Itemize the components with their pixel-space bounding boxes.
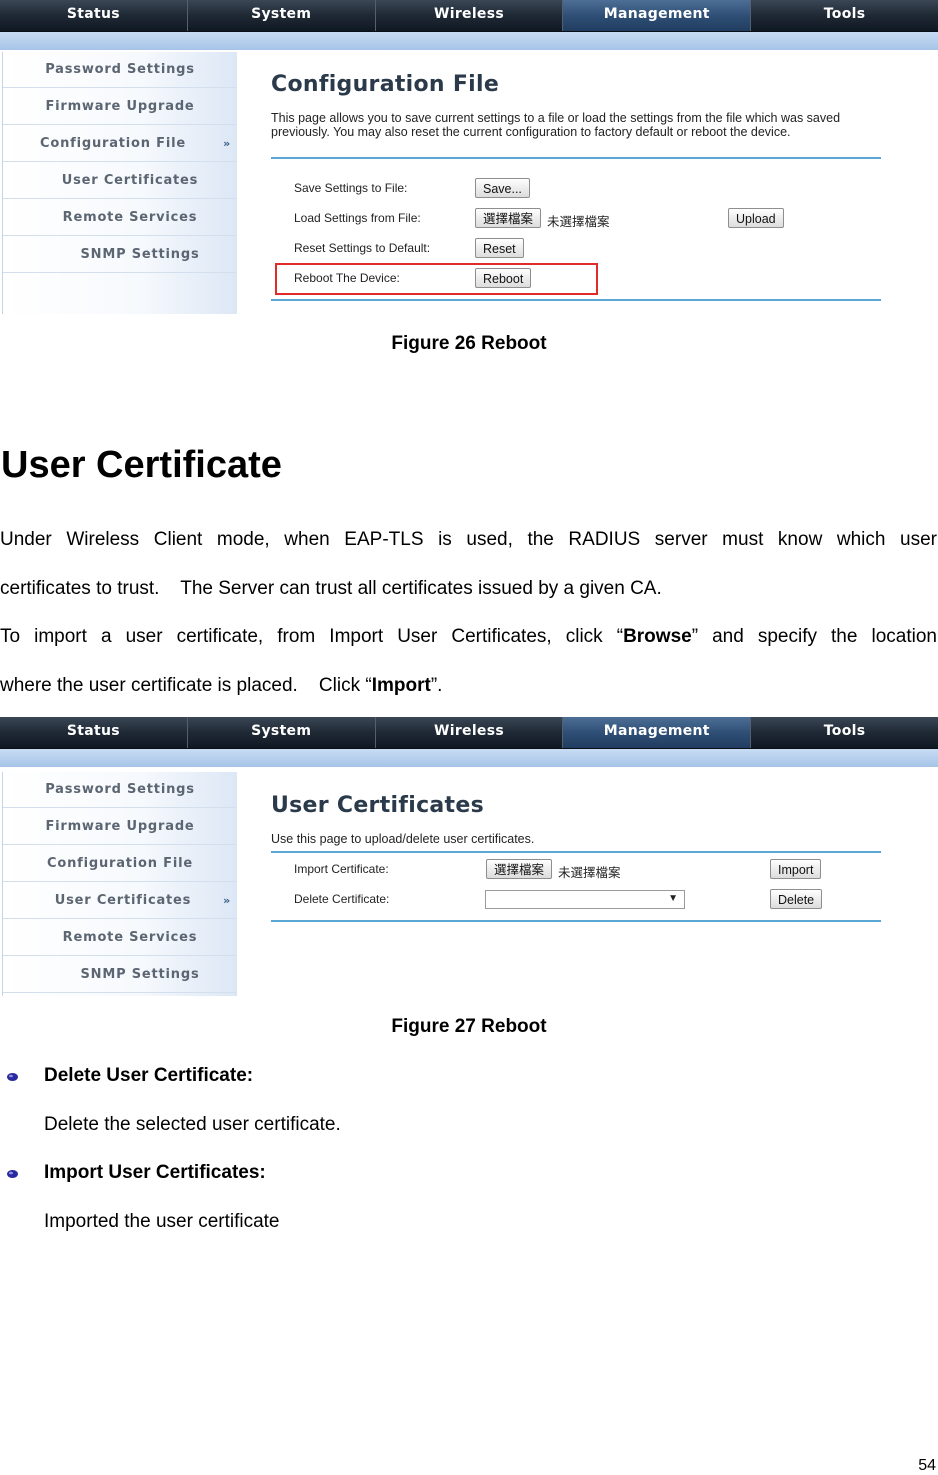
page-number: 54 bbox=[918, 1457, 936, 1474]
bullet-title: Import User Certificates: bbox=[44, 1162, 266, 1183]
delete-certificate-label: Delete Certificate: bbox=[294, 892, 390, 906]
bullet-icon bbox=[6, 1072, 19, 1082]
sidebar-item-label: Remote Services bbox=[62, 210, 198, 225]
divider bbox=[271, 851, 881, 853]
save-settings-label: Save Settings to File: bbox=[294, 181, 408, 195]
load-settings-label: Load Settings from File: bbox=[294, 211, 421, 225]
sidebar-item-snmp-settings[interactable]: SNMP Settings bbox=[3, 237, 237, 273]
paragraph-line: certificates to trust. The Server can tr… bbox=[0, 577, 662, 599]
sub-navigation-bar bbox=[0, 749, 938, 767]
page-description: This page allows you to save current set… bbox=[271, 111, 841, 139]
sidebar-item-password-settings[interactable]: Password Settings bbox=[3, 772, 237, 808]
intro-paragraph: Under Wireless Client mode, when EAP-TLS… bbox=[0, 516, 937, 613]
delete-certificate-select[interactable]: ▼ bbox=[485, 890, 685, 909]
sidebar-item-label: Configuration File bbox=[40, 136, 186, 151]
save-button[interactable]: Save... bbox=[475, 178, 530, 198]
page-title: Configuration File bbox=[271, 72, 500, 97]
paragraph-line: Under Wireless Client mode, when EAP-TLS… bbox=[0, 529, 937, 550]
divider bbox=[271, 920, 881, 922]
figure-27-caption: Figure 27 Reboot bbox=[391, 1016, 547, 1037]
import-instructions-paragraph: To import a user certificate, from Impor… bbox=[0, 613, 937, 710]
sidebar-item-label: Password Settings bbox=[45, 62, 195, 77]
bullet-icon bbox=[6, 1169, 19, 1179]
management-sidebar: Password Settings Firmware Upgrade Confi… bbox=[2, 52, 237, 314]
sidebar-item-firmware-upgrade[interactable]: Firmware Upgrade bbox=[3, 89, 237, 125]
choose-file-button[interactable]: 選擇檔案 bbox=[475, 208, 542, 228]
sub-navigation-bar bbox=[0, 32, 938, 50]
text-run: ” and specify the location bbox=[691, 626, 937, 647]
sidebar-item-label: Remote Services bbox=[62, 930, 198, 945]
nav-tab-tools[interactable]: Tools bbox=[751, 0, 938, 31]
double-chevron-right-icon: » bbox=[223, 894, 231, 907]
section-heading: User Certificate bbox=[1, 444, 282, 486]
sidebar-item-configuration-file[interactable]: Configuration File bbox=[3, 846, 237, 882]
sidebar-item-user-certificates[interactable]: User Certificates bbox=[3, 163, 237, 199]
sidebar-item-label: SNMP Settings bbox=[80, 247, 200, 262]
bullet-text: Delete the selected user certificate. bbox=[44, 1114, 341, 1135]
nav-tab-system[interactable]: System bbox=[188, 0, 376, 31]
sidebar-item-remote-services[interactable]: Remote Services bbox=[3, 200, 237, 236]
sidebar-item-label: SNMP Settings bbox=[80, 967, 200, 982]
nav-tab-wireless[interactable]: Wireless bbox=[376, 0, 564, 31]
nav-tab-management[interactable]: Management bbox=[563, 0, 752, 31]
sidebar-item-label: User Certificates bbox=[61, 173, 199, 188]
import-emphasis: Import bbox=[371, 674, 431, 696]
no-file-chosen-text: 未選擇檔案 bbox=[558, 866, 621, 880]
reboot-highlight-box bbox=[275, 263, 598, 295]
figure-27-screenshot: Status System Wireless Management Tools … bbox=[0, 717, 938, 996]
sidebar-item-password-settings[interactable]: Password Settings bbox=[3, 52, 237, 88]
nav-tab-management[interactable]: Management bbox=[563, 717, 752, 748]
reset-settings-label: Reset Settings to Default: bbox=[294, 241, 431, 255]
nav-tab-status[interactable]: Status bbox=[0, 0, 188, 31]
text-run: To import a user certificate, from Impor… bbox=[0, 626, 624, 647]
sidebar-item-snmp-settings[interactable]: SNMP Settings bbox=[3, 957, 237, 993]
figure-26-caption: Figure 26 Reboot bbox=[391, 333, 547, 354]
import-button[interactable]: Import bbox=[770, 859, 822, 879]
top-navigation: Status System Wireless Management Tools bbox=[0, 0, 938, 32]
sidebar-item-label: Configuration File bbox=[47, 856, 193, 871]
sidebar-item-configuration-file[interactable]: Configuration File » bbox=[3, 126, 237, 162]
figure-26-screenshot: Status System Wireless Management Tools … bbox=[0, 0, 938, 314]
choose-file-button[interactable]: 選擇檔案 bbox=[486, 859, 553, 879]
page-title: User Certificates bbox=[271, 793, 484, 818]
sidebar-item-label: User Certificates bbox=[54, 893, 192, 908]
paragraph-line: To import a user certificate, from Impor… bbox=[0, 613, 937, 662]
top-navigation: Status System Wireless Management Tools bbox=[0, 717, 938, 749]
nav-tab-status[interactable]: Status bbox=[0, 717, 188, 748]
sidebar-item-label: Password Settings bbox=[45, 782, 195, 797]
sidebar-item-label: Firmware Upgrade bbox=[45, 819, 195, 834]
bullet-title: Delete User Certificate: bbox=[44, 1065, 254, 1086]
delete-button[interactable]: Delete bbox=[770, 889, 823, 909]
nav-tab-tools[interactable]: Tools bbox=[751, 717, 938, 748]
management-sidebar: Password Settings Firmware Upgrade Confi… bbox=[2, 772, 237, 996]
divider bbox=[271, 299, 881, 301]
dropdown-arrow-icon: ▼ bbox=[668, 893, 678, 904]
double-chevron-right-icon: » bbox=[223, 137, 231, 150]
sidebar-item-user-certificates[interactable]: User Certificates » bbox=[3, 883, 237, 919]
upload-button[interactable]: Upload bbox=[728, 208, 784, 228]
bullet-text: Imported the user certificate bbox=[44, 1211, 280, 1232]
nav-tab-system[interactable]: System bbox=[188, 717, 376, 748]
reset-button[interactable]: Reset bbox=[475, 238, 524, 258]
nav-tab-wireless[interactable]: Wireless bbox=[376, 717, 564, 748]
sidebar-item-firmware-upgrade[interactable]: Firmware Upgrade bbox=[3, 809, 237, 845]
no-file-chosen-text: 未選擇檔案 bbox=[547, 215, 610, 229]
divider bbox=[271, 157, 881, 159]
browse-emphasis: Browse bbox=[623, 626, 692, 647]
text-run: where the user certificate is placed. Cl… bbox=[0, 674, 372, 696]
sidebar-item-label: Firmware Upgrade bbox=[45, 99, 195, 114]
sidebar-item-remote-services[interactable]: Remote Services bbox=[3, 920, 237, 956]
page-description: Use this page to upload/delete user cert… bbox=[271, 832, 535, 846]
paragraph-line: where the user certificate is placed. Cl… bbox=[0, 662, 937, 711]
import-certificate-label: Import Certificate: bbox=[294, 862, 389, 876]
text-run: ”. bbox=[430, 674, 443, 696]
